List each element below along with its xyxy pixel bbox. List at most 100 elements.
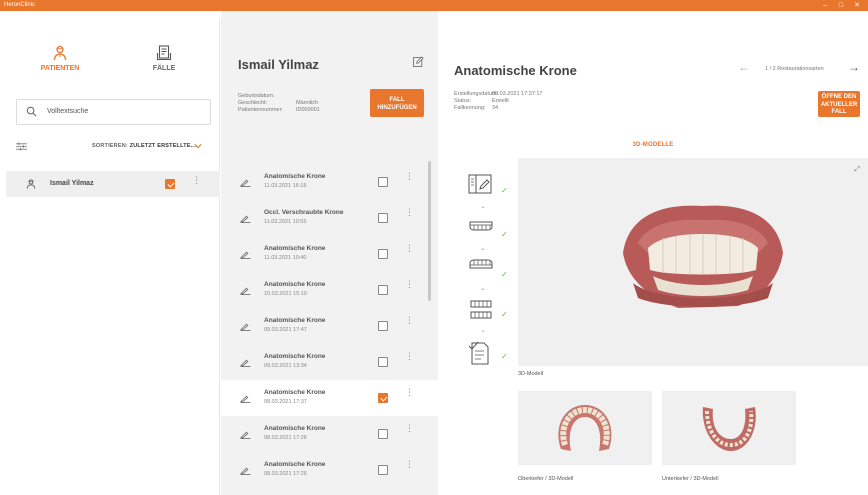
case-checkbox[interactable] bbox=[378, 213, 388, 223]
case-edit-icon bbox=[240, 395, 251, 403]
more-options-icon[interactable]: ⋮ bbox=[405, 424, 414, 433]
chevron-down-icon: ⌄ bbox=[480, 245, 486, 252]
step-connector: ⌄ bbox=[468, 202, 514, 212]
more-options-icon[interactable]: ⋮ bbox=[405, 244, 414, 253]
case-list-item[interactable]: Anatomische Krone 08.03.2021 17:37 ⋮ bbox=[221, 380, 438, 416]
more-options-icon[interactable]: ⋮ bbox=[405, 316, 414, 325]
case-title: Anatomische Krone bbox=[264, 281, 326, 288]
dental-scan-image bbox=[623, 205, 783, 308]
lower-jaw-scan-image bbox=[702, 407, 756, 451]
title-bar: HeronClinic – □ ✕ bbox=[0, 0, 868, 11]
sort-row: SORTIEREN: ZULETZT ERSTELLTE... bbox=[16, 139, 211, 155]
meta-key: Patientennummer: bbox=[238, 107, 283, 113]
maximize-button[interactable]: □ bbox=[834, 0, 848, 11]
step-bite[interactable]: ✓ bbox=[468, 298, 514, 326]
case-checkbox[interactable] bbox=[378, 285, 388, 295]
meta-value: Männlich bbox=[296, 100, 319, 106]
tab-patients[interactable]: PATIENTEN bbox=[10, 45, 110, 72]
case-date: 08.03.2021 17:37 bbox=[264, 399, 307, 405]
meta-value: Erstellt bbox=[492, 98, 509, 104]
3d-viewer[interactable]: ⤢ bbox=[518, 158, 868, 366]
patient-icon bbox=[53, 45, 67, 61]
step-form[interactable]: ✓ bbox=[468, 174, 514, 202]
step-connector: ⌄ bbox=[468, 244, 514, 254]
step-checklist[interactable]: ✓ bbox=[468, 340, 514, 368]
upper-jaw-thumbnail[interactable] bbox=[518, 391, 652, 465]
case-list-item[interactable]: Anatomische Krone 11.03.2021 16:18 ⋮ bbox=[221, 164, 438, 200]
case-title: Anatomische Krone bbox=[264, 173, 326, 180]
case-date: 10.03.2021 15:10 bbox=[264, 291, 307, 297]
patient-checkbox[interactable] bbox=[165, 179, 175, 189]
case-list-item[interactable]: Anatomische Krone 11.03.2021 10:40 ⋮ bbox=[221, 236, 438, 272]
case-edit-icon bbox=[240, 179, 251, 187]
thumbnail-caption: Unterkiefer / 3D-Modell bbox=[662, 476, 719, 482]
case-date: 11.03.2021 10:55 bbox=[264, 219, 307, 225]
case-title: Anatomische Krone bbox=[264, 389, 326, 396]
meta-value: 34 bbox=[492, 105, 499, 111]
case-pager: ← 1 / 2 Restaurationsarten → bbox=[738, 60, 866, 77]
fullscreen-icon[interactable]: ⤢ bbox=[854, 166, 860, 174]
main-nav: PATIENTEN FÄLLE bbox=[6, 19, 220, 99]
case-date: 09.03.2021 17:47 bbox=[264, 327, 307, 333]
minimize-button[interactable]: – bbox=[818, 0, 832, 11]
chevron-down-icon[interactable] bbox=[194, 141, 202, 151]
search-input[interactable]: Volltextsuche bbox=[16, 99, 211, 125]
patients-panel: PATIENTEN FÄLLE Volltextsuche SORTIEREN:… bbox=[6, 19, 220, 495]
more-options-icon[interactable]: ⋮ bbox=[405, 172, 414, 181]
case-list-item[interactable]: Anatomische Krone 08.03.2021 17:26 ⋮ bbox=[221, 416, 438, 452]
filter-icon[interactable] bbox=[16, 142, 27, 151]
more-options-icon[interactable]: ⋮ bbox=[192, 176, 201, 185]
case-title: Anatomische Krone bbox=[264, 245, 326, 252]
check-icon: ✓ bbox=[501, 310, 508, 319]
scrollbar[interactable] bbox=[428, 161, 431, 301]
chevron-down-icon: ⌄ bbox=[480, 203, 486, 210]
more-options-icon[interactable]: ⋮ bbox=[405, 460, 414, 469]
case-checkbox[interactable] bbox=[378, 465, 388, 475]
chevron-down-icon: ⌄ bbox=[480, 285, 486, 292]
pager-text: 1 / 2 Restaurationsarten bbox=[765, 66, 824, 72]
case-list-item[interactable]: Anatomische Krone 10.03.2021 15:10 ⋮ bbox=[221, 272, 438, 308]
case-date: 11.03.2021 10:40 bbox=[264, 255, 307, 261]
case-meta: Erstellungsdatum:08.03.2021 17:37:17 Sta… bbox=[454, 91, 542, 112]
tab-cases-label: FÄLLE bbox=[152, 65, 176, 72]
case-checkbox[interactable] bbox=[378, 393, 388, 403]
app-title: HeronClinic bbox=[4, 2, 36, 8]
case-date: 08.03.2021 17:26 bbox=[264, 435, 307, 441]
arrow-left-icon[interactable]: ← bbox=[738, 60, 750, 74]
more-options-icon[interactable]: ⋮ bbox=[405, 208, 414, 217]
case-checkbox[interactable] bbox=[378, 357, 388, 367]
patient-detail-panel: Ismail Yilmaz Geburtsdatum: Geschlecht: M… bbox=[221, 11, 438, 495]
check-icon: ✓ bbox=[501, 352, 508, 361]
arrow-right-icon[interactable]: → bbox=[848, 60, 860, 74]
lower-jaw-thumbnail[interactable] bbox=[662, 391, 796, 465]
search-placeholder: Volltextsuche bbox=[47, 108, 89, 115]
patient-list-item[interactable]: Ismail Yilmaz ⋮ bbox=[6, 171, 220, 197]
case-list-item[interactable]: Occl. Verschraubte Krone 11.03.2021 10:55… bbox=[221, 200, 438, 236]
case-checkbox[interactable] bbox=[378, 429, 388, 439]
case-title: Anatomische Krone bbox=[264, 425, 326, 432]
case-checkbox[interactable] bbox=[378, 249, 388, 259]
open-case-button[interactable]: ÖFFNE DEN AKTUELLER FALL bbox=[818, 91, 860, 117]
close-button[interactable]: ✕ bbox=[850, 0, 864, 11]
step-upper-jaw[interactable]: ✓ bbox=[468, 218, 514, 246]
step-lower-jaw[interactable]: ✓ bbox=[468, 258, 514, 286]
more-options-icon[interactable]: ⋮ bbox=[405, 352, 414, 361]
add-case-button[interactable]: FALL HINZUFÜGEN bbox=[370, 89, 424, 117]
more-options-icon[interactable]: ⋮ bbox=[405, 280, 414, 289]
case-list-item[interactable]: Anatomische Krone 09.03.2021 17:47 ⋮ bbox=[221, 308, 438, 344]
tab-cases[interactable]: FÄLLE bbox=[114, 45, 214, 72]
sort-prefix: SORTIEREN: bbox=[92, 143, 128, 149]
meta-value: ID000001 bbox=[296, 107, 320, 113]
case-list-item[interactable]: Anatomische Krone 09.03.2021 13:34 ⋮ bbox=[221, 344, 438, 380]
sort-dropdown[interactable]: SORTIEREN: ZULETZT ERSTELLTE... bbox=[92, 143, 196, 149]
case-list-item[interactable]: Anatomische Krone 08.03.2021 17:26 ⋮ bbox=[221, 452, 438, 488]
more-options-icon[interactable]: ⋮ bbox=[405, 388, 414, 397]
edit-icon[interactable] bbox=[413, 56, 424, 67]
case-title: Anatomische Krone bbox=[454, 63, 577, 78]
upper-jaw-icon bbox=[469, 221, 493, 231]
case-checkbox[interactable] bbox=[378, 321, 388, 331]
meta-key: Geburtsdatum: bbox=[238, 93, 275, 99]
case-checkbox[interactable] bbox=[378, 177, 388, 187]
check-icon: ✓ bbox=[501, 186, 508, 195]
step-connector: ⌄ bbox=[468, 284, 514, 294]
